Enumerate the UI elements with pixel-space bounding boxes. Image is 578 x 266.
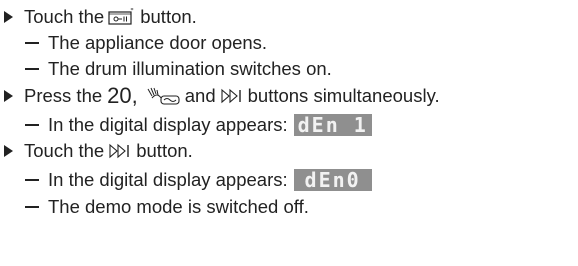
dash-icon — [25, 206, 39, 208]
step-3-substep-2: The demo mode is switched off. — [0, 194, 309, 220]
bullet-icon — [4, 90, 13, 102]
step-1-text-before: Touch the — [24, 6, 105, 27]
step-2-text-before: Press the — [24, 85, 103, 106]
hand-wash-icon — [147, 87, 180, 105]
substep-text: The appliance door opens. — [48, 32, 268, 53]
step-3: Touch the button. — [0, 138, 193, 164]
skip-forward-icon — [221, 88, 241, 104]
bullet-icon — [4, 11, 13, 23]
step-2-middle: and — [184, 85, 216, 106]
substep-text: The drum illumination switches on. — [48, 58, 332, 79]
step-1-substep-1: The appliance door opens. — [0, 30, 267, 56]
dash-icon — [25, 124, 39, 126]
substep-text: In the digital display appears: — [48, 114, 288, 135]
skip-forward-icon — [109, 143, 129, 159]
substep-text: In the digital display appears: — [48, 169, 288, 190]
step-1-text-after: button. — [140, 6, 197, 27]
step-3-text-after: button. — [136, 140, 193, 161]
dash-icon — [25, 42, 39, 44]
bullet-icon — [4, 145, 13, 157]
digital-display: dEn0 — [293, 168, 372, 192]
svg-text:*: * — [131, 8, 134, 14]
digital-display: dEn 1 — [293, 113, 372, 137]
step-2: Press the 20, and buttons simultaneously… — [0, 83, 440, 109]
temperature-number: 20, — [107, 83, 138, 108]
substep-text: The demo mode is switched off. — [48, 196, 309, 217]
step-1: Touch the * button. — [0, 4, 197, 30]
step-2-substep-1: In the digital display appears: dEn 1 — [0, 112, 372, 138]
step-3-text-before: Touch the — [24, 140, 105, 161]
dash-icon — [25, 179, 39, 181]
step-3-substep-1: In the digital display appears: dEn0 — [0, 167, 372, 193]
door-open-icon: * — [108, 8, 134, 25]
step-1-substep-2: The drum illumination switches on. — [0, 56, 332, 82]
step-2-text-after: buttons simultaneously. — [247, 85, 440, 106]
dash-icon — [25, 68, 39, 70]
